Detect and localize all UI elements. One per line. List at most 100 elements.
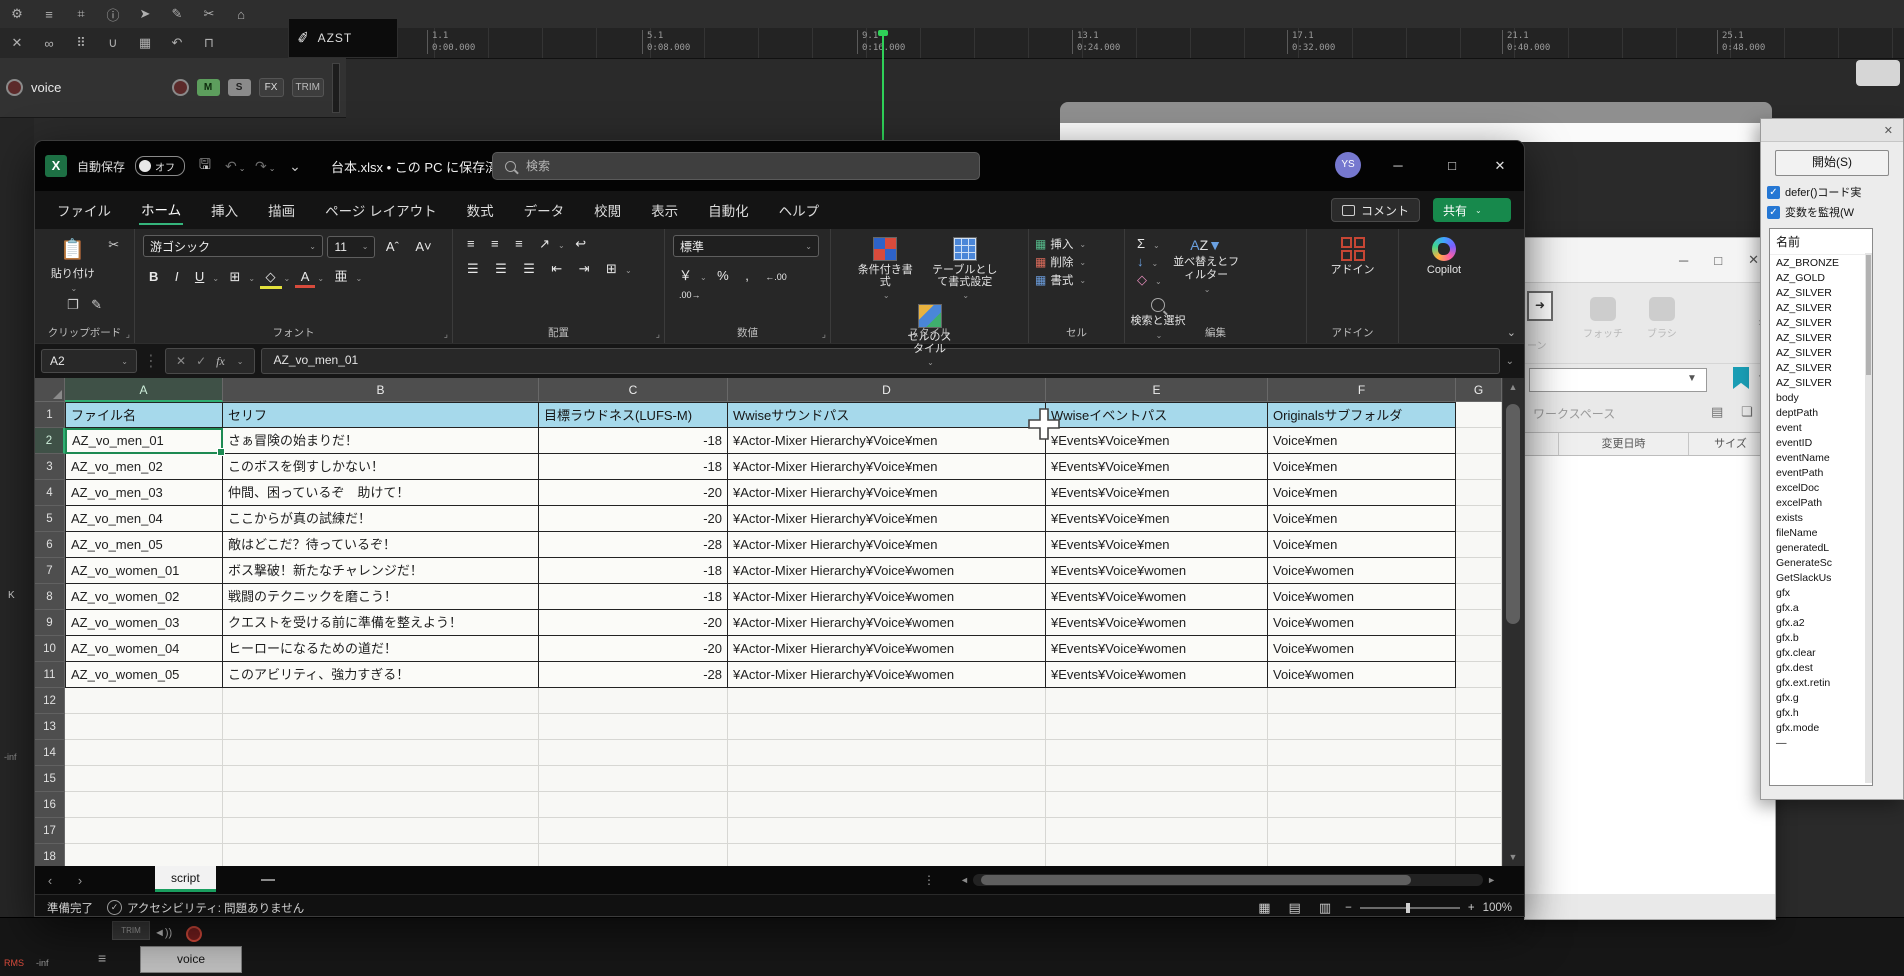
variable-item[interactable]: eventID — [1770, 435, 1872, 450]
cell[interactable] — [1268, 792, 1456, 818]
cell[interactable] — [539, 818, 728, 844]
cell[interactable] — [223, 766, 539, 792]
row-header-18[interactable]: 18 — [35, 844, 65, 866]
cell[interactable]: AZ_vo_women_05 — [65, 662, 223, 688]
comma-icon[interactable]: , — [739, 267, 755, 284]
format-as-table-button[interactable]: テーブルとして書式設定⌄ — [923, 235, 1007, 302]
ribbon-tab-0[interactable]: ファイル — [55, 196, 113, 224]
cell[interactable]: さぁ冒険の始まりだ！ — [223, 428, 539, 454]
variable-item[interactable]: — — [1770, 735, 1872, 750]
cell[interactable] — [728, 714, 1046, 740]
cell[interactable]: ¥Actor-Mixer Hierarchy¥Voice¥women — [728, 558, 1046, 584]
cell[interactable] — [1456, 688, 1502, 714]
search-input[interactable] — [524, 158, 728, 174]
variable-item[interactable]: generatedL — [1770, 540, 1872, 555]
cell[interactable] — [1046, 688, 1268, 714]
cell[interactable]: ヒーローになるための道だ！ — [223, 636, 539, 662]
new-file-icon[interactable]: ❏ — [1741, 404, 1753, 420]
row-header-17[interactable]: 17 — [35, 818, 65, 844]
column-header-G[interactable]: G — [1456, 378, 1502, 402]
row-header-6[interactable]: 6 — [35, 532, 65, 558]
italic-button[interactable]: I — [169, 268, 185, 285]
sheet-tab-script[interactable]: script — [155, 866, 216, 892]
copilot-button[interactable]: Copilot — [1422, 235, 1466, 278]
vertical-scroll-thumb[interactable] — [1506, 404, 1520, 624]
variable-item[interactable]: AZ_SILVER — [1770, 285, 1872, 300]
zoom-in-icon[interactable]: + — [1468, 902, 1475, 914]
redo-icon[interactable]: ↷⌄ — [255, 158, 275, 175]
delete-cells-button[interactable]: ▦ 削除⌄ — [1029, 253, 1124, 271]
cell[interactable] — [539, 740, 728, 766]
cell[interactable] — [1268, 818, 1456, 844]
clear-button[interactable]: ◇⌄ — [1131, 271, 1162, 289]
clone-tool-icon[interactable]: ➜ — [1527, 291, 1553, 321]
confirm-entry-icon[interactable]: ✓ — [196, 354, 206, 368]
cell[interactable] — [1456, 740, 1502, 766]
sheet-prev-icon[interactable]: ‹ — [35, 873, 65, 888]
cell[interactable] — [728, 818, 1046, 844]
alignment-dialog-launcher[interactable]: ⌟ — [656, 329, 660, 340]
magnet-icon[interactable]: ∪ — [104, 35, 122, 51]
gear-icon[interactable]: ⚙ — [8, 6, 26, 22]
formula-input[interactable]: AZ_vo_men_01 — [261, 348, 1500, 374]
cell[interactable]: -18 — [539, 558, 728, 584]
cell[interactable]: Voice¥men — [1268, 480, 1456, 506]
font-dialog-launcher[interactable]: ⌟ — [444, 329, 448, 340]
variable-item[interactable]: GenerateSc — [1770, 555, 1872, 570]
cell[interactable] — [223, 740, 539, 766]
cell[interactable] — [728, 740, 1046, 766]
cell[interactable]: -20 — [539, 636, 728, 662]
cell[interactable] — [539, 792, 728, 818]
row-header-11[interactable]: 11 — [35, 662, 65, 688]
cell[interactable]: -18 — [539, 454, 728, 480]
row-header-9[interactable]: 9 — [35, 610, 65, 636]
undo-icon[interactable]: ↶⌄ — [225, 158, 245, 175]
defer-checkbox[interactable]: ✓ — [1767, 186, 1780, 199]
qat-customize-icon[interactable]: ⌄ — [285, 158, 305, 175]
format-cells-button[interactable]: ▦ 書式⌄ — [1029, 271, 1124, 289]
align-bottom-icon[interactable]: ≡ — [509, 235, 529, 252]
cell[interactable]: -28 — [539, 532, 728, 558]
header-cell[interactable]: Wwiseサウンドパス — [728, 402, 1046, 428]
ribbon-tab-4[interactable]: ページ レイアウト — [323, 196, 438, 224]
avatar[interactable]: YS — [1335, 152, 1361, 178]
zoom-slider[interactable] — [1360, 907, 1460, 909]
variable-item[interactable]: gfx.ext.retin — [1770, 675, 1872, 690]
cell[interactable] — [1456, 714, 1502, 740]
cell[interactable] — [1046, 844, 1268, 866]
cell[interactable] — [1456, 402, 1502, 428]
cell[interactable]: クエストを受ける前に準備を整えよう！ — [223, 610, 539, 636]
record-arm2-icon[interactable] — [172, 79, 189, 96]
defer-checkbox-row[interactable]: ✓ defer()コード実 — [1761, 182, 1903, 202]
cell[interactable] — [1268, 740, 1456, 766]
cell[interactable]: ¥Events¥Voice¥men — [1046, 532, 1268, 558]
start-button[interactable]: 開始(S) — [1775, 150, 1889, 176]
cell[interactable] — [65, 714, 223, 740]
zoom-out-icon[interactable]: − — [1345, 902, 1352, 914]
row-header-14[interactable]: 14 — [35, 740, 65, 766]
number-dialog-launcher[interactable]: ⌟ — [822, 329, 826, 340]
cursor-icon[interactable]: ➤ — [136, 6, 154, 22]
row-header-2[interactable]: 2 — [35, 428, 65, 454]
header-cell[interactable]: セリフ — [223, 402, 539, 428]
name-box[interactable]: A2⌄ — [41, 349, 137, 373]
cell[interactable] — [223, 844, 539, 866]
cell[interactable]: ¥Actor-Mixer Hierarchy¥Voice¥women — [728, 662, 1046, 688]
minimize-button[interactable]: ─ — [1375, 141, 1421, 191]
cell[interactable]: ここからが真の試練だ！ — [223, 506, 539, 532]
autosum-button[interactable]: Σ⌄ — [1131, 235, 1162, 253]
header-cell[interactable]: ファイル名 — [65, 402, 223, 428]
combo-dropdown-icon[interactable]: ▼ — [1687, 373, 1697, 384]
ribbon-tab-10[interactable]: ヘルプ — [777, 196, 822, 224]
scroll-down-icon[interactable]: ▼ — [1503, 852, 1523, 862]
fx-button[interactable]: FX — [259, 78, 284, 97]
cell[interactable]: ¥Events¥Voice¥women — [1046, 558, 1268, 584]
cell[interactable]: 敵はどこだ？待っているぞ！ — [223, 532, 539, 558]
cell[interactable] — [1456, 766, 1502, 792]
cell[interactable] — [1456, 558, 1502, 584]
variable-item[interactable]: gfx.mode — [1770, 720, 1872, 735]
cell[interactable] — [1456, 428, 1502, 454]
cell[interactable] — [1456, 532, 1502, 558]
select-all-corner[interactable] — [35, 378, 65, 402]
increase-font-icon[interactable]: Aˆ — [380, 238, 405, 255]
